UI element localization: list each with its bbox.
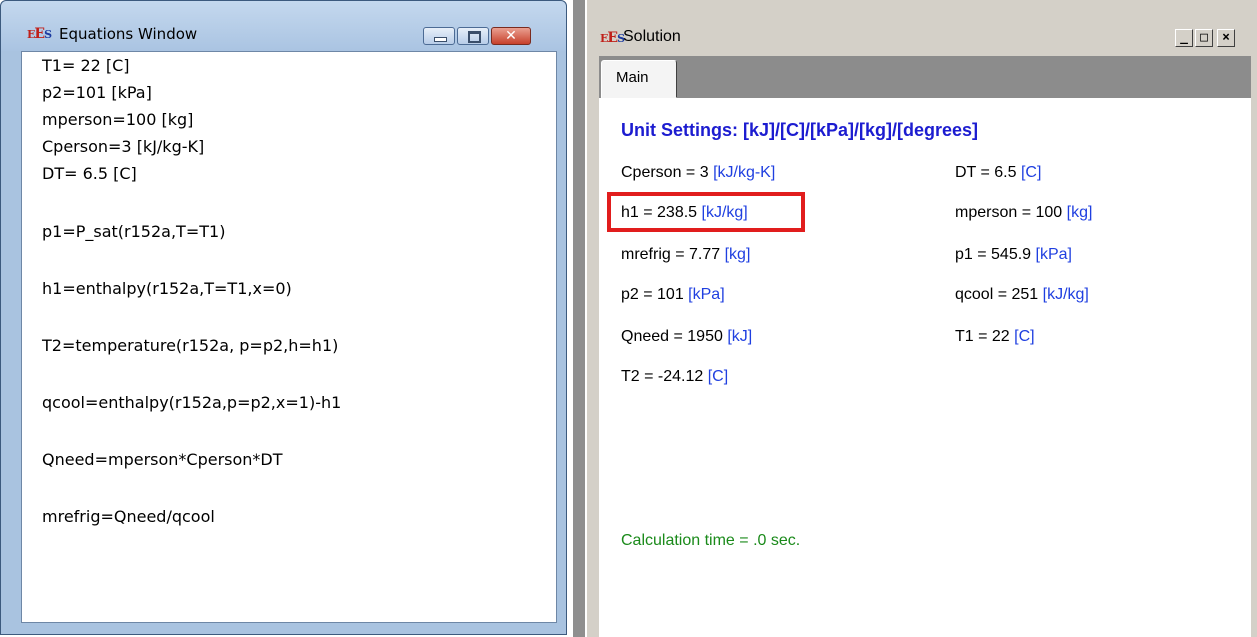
equation-line: T2=temperature(r152a, p=p2,h=h1) bbox=[42, 336, 339, 355]
var-qcool: qcool = 251 [kJ/kg] bbox=[955, 286, 1089, 303]
var-t2: T2 = -24.12 [C] bbox=[621, 368, 729, 385]
solution-maximize-button[interactable]: □ bbox=[1195, 29, 1213, 47]
var-p2: p2 = 101 [kPa] bbox=[621, 286, 725, 303]
maximize-button[interactable] bbox=[457, 27, 489, 45]
tab-strip bbox=[599, 56, 1251, 98]
var-t1: T1 = 22 [C] bbox=[955, 328, 1035, 345]
equations-window: EES Equations Window ✕ T1= 22 [C] p2=101… bbox=[0, 0, 567, 635]
close-button[interactable]: ✕ bbox=[491, 27, 531, 45]
equation-line: Cperson=3 [kJ/kg-K] bbox=[42, 137, 205, 156]
minimize-button[interactable] bbox=[423, 27, 455, 45]
equation-line: Qneed=mperson*Cperson*DT bbox=[42, 450, 283, 469]
equation-line: mrefrig=Qneed/qcool bbox=[42, 507, 215, 526]
close-icon: ✕ bbox=[505, 28, 517, 44]
minimize-icon bbox=[434, 37, 447, 42]
ees-app-icon: EES bbox=[27, 26, 52, 42]
var-h1: h1 = 238.5 [kJ/kg] bbox=[621, 204, 748, 221]
calculation-time: Calculation time = .0 sec. bbox=[621, 532, 801, 549]
var-qneed: Qneed = 1950 [kJ] bbox=[621, 328, 753, 345]
solution-minimize-button[interactable]: _ bbox=[1175, 29, 1193, 47]
solution-title-bar[interactable]: EES Solution _ □ × bbox=[587, 18, 1253, 56]
equations-title-bar[interactable]: EES Equations Window ✕ bbox=[1, 1, 566, 51]
ees-app-icon: EES bbox=[600, 30, 625, 46]
var-mperson: mperson = 100 [kg] bbox=[955, 204, 1093, 221]
equation-line: p2=101 [kPa] bbox=[42, 83, 152, 102]
close-icon: × bbox=[1222, 30, 1230, 45]
solution-panel: Unit Settings: [kJ]/[C]/[kPa]/[kg]/[degr… bbox=[599, 98, 1251, 637]
maximize-icon: □ bbox=[1200, 30, 1208, 45]
equation-line: h1=enthalpy(r152a,T=T1,x=0) bbox=[42, 279, 292, 298]
tab-main[interactable]: Main bbox=[601, 60, 677, 98]
window-separator bbox=[573, 0, 585, 637]
equation-line: qcool=enthalpy(r152a,p=p2,x=1)-h1 bbox=[42, 393, 342, 412]
var-dt: DT = 6.5 [C] bbox=[955, 164, 1042, 181]
var-p1: p1 = 545.9 [kPa] bbox=[955, 246, 1072, 263]
maximize-icon bbox=[468, 31, 481, 43]
equation-line: p1=P_sat(r152a,T=T1) bbox=[42, 222, 226, 241]
var-mrefrig: mrefrig = 7.77 [kg] bbox=[621, 246, 751, 263]
unit-settings-heading: Unit Settings: [kJ]/[C]/[kPa]/[kg]/[degr… bbox=[621, 120, 979, 140]
equation-line: DT= 6.5 [C] bbox=[42, 164, 137, 183]
equation-line: mperson=100 [kg] bbox=[42, 110, 194, 129]
solution-close-button[interactable]: × bbox=[1217, 29, 1235, 47]
equations-editor[interactable]: T1= 22 [C] p2=101 [kPa] mperson=100 [kg]… bbox=[21, 51, 557, 623]
var-cperson: Cperson = 3 [kJ/kg-K] bbox=[621, 164, 776, 181]
minimize-icon: _ bbox=[1180, 30, 1188, 45]
equation-line: T1= 22 [C] bbox=[42, 56, 130, 75]
solution-window: EES Solution _ □ × Main Unit Settings: [… bbox=[586, 0, 1257, 637]
equations-window-title: Equations Window bbox=[59, 25, 198, 43]
solution-window-title: Solution bbox=[623, 28, 681, 45]
